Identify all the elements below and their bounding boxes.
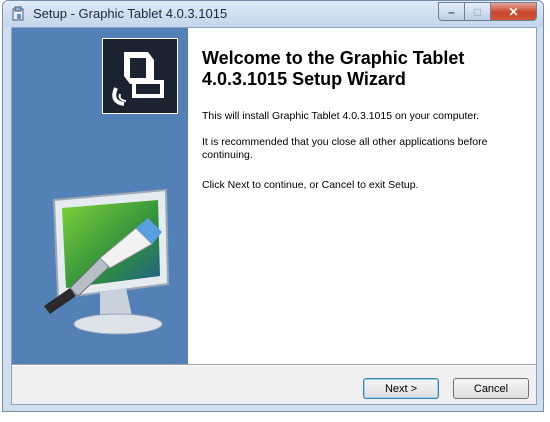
recommendation-text: It is recommended that you close all oth… [202,136,488,161]
next-button[interactable]: Next > [363,378,439,399]
setup-window: Setup - Graphic Tablet 4.0.3.1015 – □ ✕ [2,0,544,412]
continue-instruction: Click Next to continue, or Cancel to exi… [202,179,419,191]
button-separator [12,364,536,366]
minimize-button[interactable]: – [438,2,465,21]
wizard-main-panel: Welcome to the Graphic Tablet 4.0.3.1015… [188,28,536,364]
monitor-brush-illustration [44,188,170,335]
close-button[interactable]: ✕ [491,2,537,21]
wizard-client-area: Welcome to the Graphic Tablet 4.0.3.1015… [11,27,537,405]
title-bar[interactable]: Setup - Graphic Tablet 4.0.3.1015 – □ ✕ [3,1,543,27]
tablet-logo-icon [102,38,178,114]
cancel-button[interactable]: Cancel [453,378,529,399]
maximize-button[interactable]: □ [465,2,491,21]
window-title: Setup - Graphic Tablet 4.0.3.1015 [33,6,228,21]
install-description: This will install Graphic Tablet 4.0.3.1… [202,110,480,122]
setup-installer-icon [12,6,24,21]
wizard-sidebar [12,28,188,364]
window-controls: – □ ✕ [438,2,537,22]
welcome-heading: Welcome to the Graphic Tablet 4.0.3.1015… [202,48,465,89]
